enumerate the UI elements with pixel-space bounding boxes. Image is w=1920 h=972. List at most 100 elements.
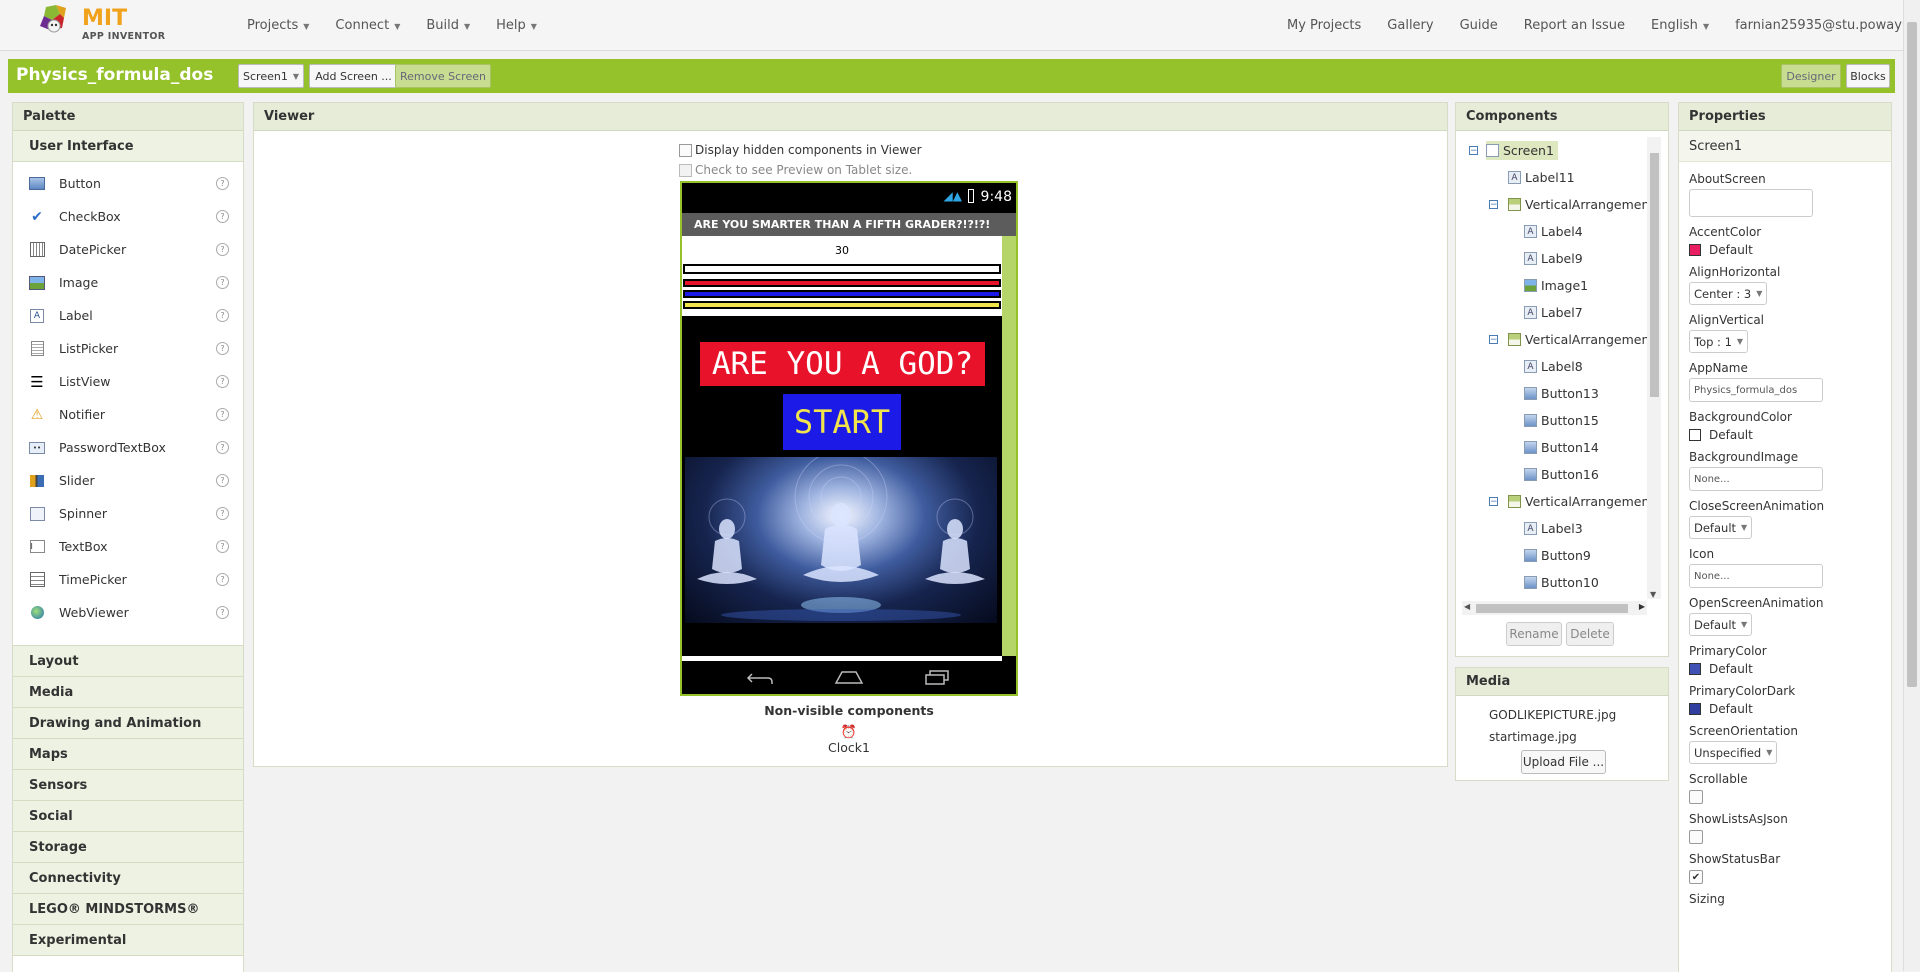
- scroll-right-arrow-icon[interactable]: ▶: [1639, 602, 1645, 611]
- palette-category-storage[interactable]: Storage: [13, 832, 243, 863]
- nonvisible-clock-component[interactable]: ⏰ Clock1: [680, 725, 1018, 755]
- tree-node-verticalarrangement3[interactable]: − VerticalArrangement3: [1456, 488, 1647, 515]
- palette-category-experimental[interactable]: Experimental: [13, 925, 243, 956]
- tree-node-button15[interactable]: Button15: [1456, 407, 1647, 434]
- collapse-toggle-icon[interactable]: −: [1469, 146, 1478, 156]
- palette-category-lego-mindstorms-[interactable]: LEGO® MINDSTORMS®: [13, 894, 243, 925]
- home-icon[interactable]: [834, 669, 864, 685]
- palette-item-checkbox[interactable]: ✔ CheckBox?: [13, 200, 243, 233]
- link-report-issue[interactable]: Report an Issue: [1524, 18, 1625, 33]
- property-input[interactable]: None...: [1689, 564, 1823, 588]
- god-label[interactable]: ARE YOU A GOD?: [700, 342, 985, 386]
- start-button[interactable]: START: [783, 394, 901, 450]
- tree-node-label3[interactable]: A Label3: [1456, 515, 1647, 542]
- scroll-left-arrow-icon[interactable]: ◀: [1464, 602, 1470, 611]
- property-select[interactable]: Unspecified ▼: [1689, 741, 1778, 764]
- property-input[interactable]: None...: [1689, 467, 1823, 491]
- menu-projects[interactable]: Projects ▼: [247, 18, 309, 33]
- link-my-projects[interactable]: My Projects: [1287, 18, 1361, 33]
- property-color-picker[interactable]: Default: [1689, 428, 1881, 442]
- property-input[interactable]: Physics_formula_dos: [1689, 378, 1823, 402]
- god-picture-image[interactable]: [685, 457, 997, 623]
- add-screen-button[interactable]: Add Screen ...: [309, 64, 398, 88]
- palette-category-user-interface[interactable]: User Interface: [13, 131, 243, 162]
- palette-category-sensors[interactable]: Sensors: [13, 770, 243, 801]
- tree-node-label8[interactable]: A Label8: [1456, 353, 1647, 380]
- help-icon[interactable]: ?: [216, 309, 229, 322]
- tree-horizontal-scrollbar[interactable]: ◀ ▶: [1462, 601, 1647, 615]
- property-color-picker[interactable]: Default: [1689, 702, 1881, 716]
- tree-node-button10[interactable]: Button10: [1456, 569, 1647, 596]
- palette-category-drawing-and-animation[interactable]: Drawing and Animation: [13, 708, 243, 739]
- app-inventor-logo[interactable]: MIT APP INVENTOR: [36, 4, 166, 44]
- tablet-preview-checkbox[interactable]: [679, 163, 692, 177]
- help-icon[interactable]: ?: [216, 342, 229, 355]
- remove-screen-button[interactable]: Remove Screen: [395, 64, 491, 88]
- property-select[interactable]: Default ▼: [1689, 516, 1753, 539]
- help-icon[interactable]: ?: [216, 441, 229, 454]
- screen-select[interactable]: Screen1 ▼: [238, 64, 304, 88]
- palette-item-button[interactable]: Button?: [13, 167, 243, 200]
- property-select[interactable]: Top : 1 ▼: [1689, 330, 1749, 353]
- palette-category-media[interactable]: Media: [13, 677, 243, 708]
- property-color-picker[interactable]: Default: [1689, 662, 1881, 676]
- tree-node-screen1[interactable]: − Screen1: [1456, 137, 1647, 164]
- help-icon[interactable]: ?: [216, 243, 229, 256]
- tree-node-button9[interactable]: Button9: [1456, 542, 1647, 569]
- help-icon[interactable]: ?: [216, 507, 229, 520]
- property-select[interactable]: Default ▼: [1689, 613, 1753, 636]
- help-icon[interactable]: ?: [216, 276, 229, 289]
- page-scrollbar-thumb[interactable]: [1907, 22, 1917, 687]
- help-icon[interactable]: ?: [216, 177, 229, 190]
- tree-node-verticalarrangement4[interactable]: − VerticalArrangement4: [1456, 191, 1647, 218]
- link-gallery[interactable]: Gallery: [1387, 18, 1433, 33]
- scroll-down-arrow-icon[interactable]: ▼: [1650, 590, 1656, 599]
- account-menu[interactable]: farnian25935@stu.powayusd.com▼: [1735, 18, 1920, 33]
- help-icon[interactable]: ?: [216, 474, 229, 487]
- palette-item-label[interactable]: A Label?: [13, 299, 243, 332]
- tree-horizontal-scrollbar-thumb[interactable]: [1476, 604, 1628, 613]
- palette-item-passwordtextbox[interactable]: •• PasswordTextBox?: [13, 431, 243, 464]
- palette-item-textbox[interactable]: I TextBox?: [13, 530, 243, 563]
- media-file-startimage[interactable]: startimage.jpg: [1489, 730, 1577, 744]
- property-checkbox[interactable]: [1689, 830, 1703, 844]
- tablet-preview-toggle[interactable]: Check to see Preview on Tablet size.: [679, 163, 912, 177]
- help-icon[interactable]: ?: [216, 408, 229, 421]
- palette-item-image[interactable]: Image?: [13, 266, 243, 299]
- back-icon[interactable]: [746, 670, 774, 686]
- tree-node-label9[interactable]: A Label9: [1456, 245, 1647, 272]
- page-scrollbar[interactable]: [1903, 0, 1920, 971]
- property-checkbox[interactable]: [1689, 790, 1703, 804]
- designer-button[interactable]: Designer: [1781, 64, 1841, 88]
- recent-apps-icon[interactable]: [924, 669, 952, 685]
- help-icon[interactable]: ?: [216, 210, 229, 223]
- collapse-toggle-icon[interactable]: −: [1489, 200, 1498, 210]
- tree-node-button13[interactable]: Button13: [1456, 380, 1647, 407]
- blocks-button[interactable]: Blocks: [1846, 64, 1890, 88]
- palette-item-spinner[interactable]: Spinner?: [13, 497, 243, 530]
- tree-node-verticalarrangement5[interactable]: − VerticalArrangement5: [1456, 326, 1647, 353]
- palette-category-connectivity[interactable]: Connectivity: [13, 863, 243, 894]
- collapse-toggle-icon[interactable]: −: [1489, 335, 1498, 345]
- tree-node-image1[interactable]: Image1: [1456, 272, 1647, 299]
- collapse-toggle-icon[interactable]: −: [1489, 497, 1498, 507]
- palette-category-layout[interactable]: Layout: [13, 646, 243, 677]
- palette-item-datepicker[interactable]: DatePicker?: [13, 233, 243, 266]
- help-icon[interactable]: ?: [216, 573, 229, 586]
- tree-node-label7[interactable]: A Label7: [1456, 299, 1647, 326]
- tree-node-button14[interactable]: Button14: [1456, 434, 1647, 461]
- help-icon[interactable]: ?: [216, 540, 229, 553]
- palette-item-slider[interactable]: Slider?: [13, 464, 243, 497]
- tree-node-button16[interactable]: Button16: [1456, 461, 1647, 488]
- help-icon[interactable]: ?: [216, 606, 229, 619]
- property-select[interactable]: Center : 3 ▼: [1689, 282, 1768, 305]
- palette-item-listview[interactable]: ☰ ListView?: [13, 365, 243, 398]
- palette-item-listpicker[interactable]: ListPicker?: [13, 332, 243, 365]
- link-guide[interactable]: Guide: [1460, 18, 1498, 33]
- property-color-picker[interactable]: Default: [1689, 243, 1881, 257]
- upload-file-button[interactable]: Upload File ...: [1521, 750, 1606, 774]
- hidden-components-toggle[interactable]: Display hidden components in Viewer: [679, 143, 922, 157]
- tree-node-label4[interactable]: A Label4: [1456, 218, 1647, 245]
- property-textarea[interactable]: [1689, 189, 1813, 217]
- palette-item-timepicker[interactable]: TimePicker?: [13, 563, 243, 596]
